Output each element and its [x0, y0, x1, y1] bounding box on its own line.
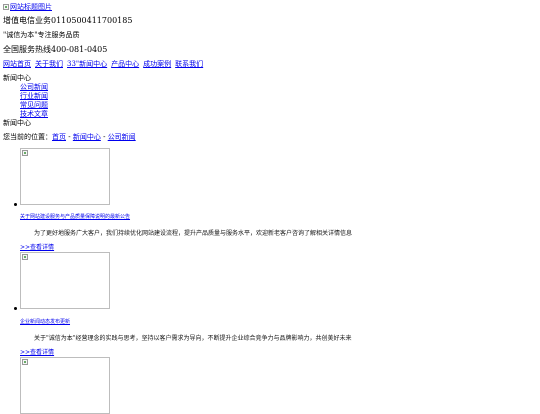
sidebar-item-industry-news[interactable]: 行业新闻 — [20, 92, 48, 100]
nav-item-about[interactable]: 关于我们 — [35, 60, 63, 68]
nav-item-contact[interactable]: 联系我们 — [175, 60, 203, 68]
list-bullet — [14, 203, 17, 206]
sidebar-item-tech-articles[interactable]: 技术文章 — [20, 110, 48, 118]
breadcrumb-section[interactable]: 新闻中心 — [73, 133, 101, 141]
main-nav: 网站首页 关于我们 33"新闻中心 产品中心 成功案例 联系我们 — [3, 60, 203, 68]
news-thumbnail[interactable] — [20, 148, 110, 205]
nav-item-news[interactable]: 33"新闻中心 — [67, 60, 107, 68]
logo-link[interactable]: 网站标题图片 — [3, 3, 52, 11]
logo-alt-text: 网站标题图片 — [10, 3, 52, 11]
news-description: 关于"诚信为本"经营理念的实践与思考，坚持以客户需求为导向，不断提升企业综合竞争… — [34, 335, 352, 342]
nav-item-products[interactable]: 产品中心 — [111, 60, 139, 68]
news-more-link[interactable]: >>查看详情 — [20, 349, 54, 357]
breadcrumb: 您当前的位置：首页 - 新闻中心 - 公司新闻 — [3, 133, 136, 141]
news-more-link[interactable]: >>查看详情 — [20, 244, 54, 252]
broken-image-icon — [3, 4, 9, 11]
registration-number: 增值电信业务0110500411700185 — [3, 16, 133, 25]
breadcrumb-separator: - — [103, 133, 106, 141]
breadcrumb-current[interactable]: 公司新闻 — [108, 133, 136, 141]
sidebar-menu: 公司新闻 行业新闻 常见问题 技术文章 — [20, 83, 48, 118]
sidebar-item-faq[interactable]: 常见问题 — [20, 101, 48, 109]
content-title: 新闻中心 — [3, 119, 31, 127]
news-description: 为了更好地服务广大客户，我们持续优化网站建设流程，提升产品质量与服务水平，欢迎新… — [34, 230, 353, 237]
breadcrumb-separator: - — [68, 133, 71, 141]
broken-image-icon — [22, 359, 28, 365]
sidebar-title: 新闻中心 — [3, 74, 31, 82]
service-phone: 全国服务热线400-081-0405 — [3, 45, 108, 54]
breadcrumb-prefix: 您当前的位置： — [3, 133, 52, 141]
news-thumbnail[interactable] — [20, 252, 110, 309]
news-title-link[interactable]: 关于网站建设服务与产品质量保障说明的最新公告 — [20, 214, 130, 221]
news-thumbnail[interactable] — [20, 357, 110, 414]
broken-image-icon — [22, 254, 28, 260]
company-slogan: "诚信为本"专注服务品质 — [3, 31, 80, 39]
nav-item-home[interactable]: 网站首页 — [3, 60, 31, 68]
nav-item-cases[interactable]: 成功案例 — [143, 60, 171, 68]
breadcrumb-home[interactable]: 首页 — [52, 133, 66, 141]
list-bullet — [14, 307, 17, 310]
broken-image-icon — [22, 150, 28, 156]
sidebar-item-company-news[interactable]: 公司新闻 — [20, 83, 48, 91]
news-title-link[interactable]: 企业新闻动态发布更新 — [20, 319, 70, 326]
